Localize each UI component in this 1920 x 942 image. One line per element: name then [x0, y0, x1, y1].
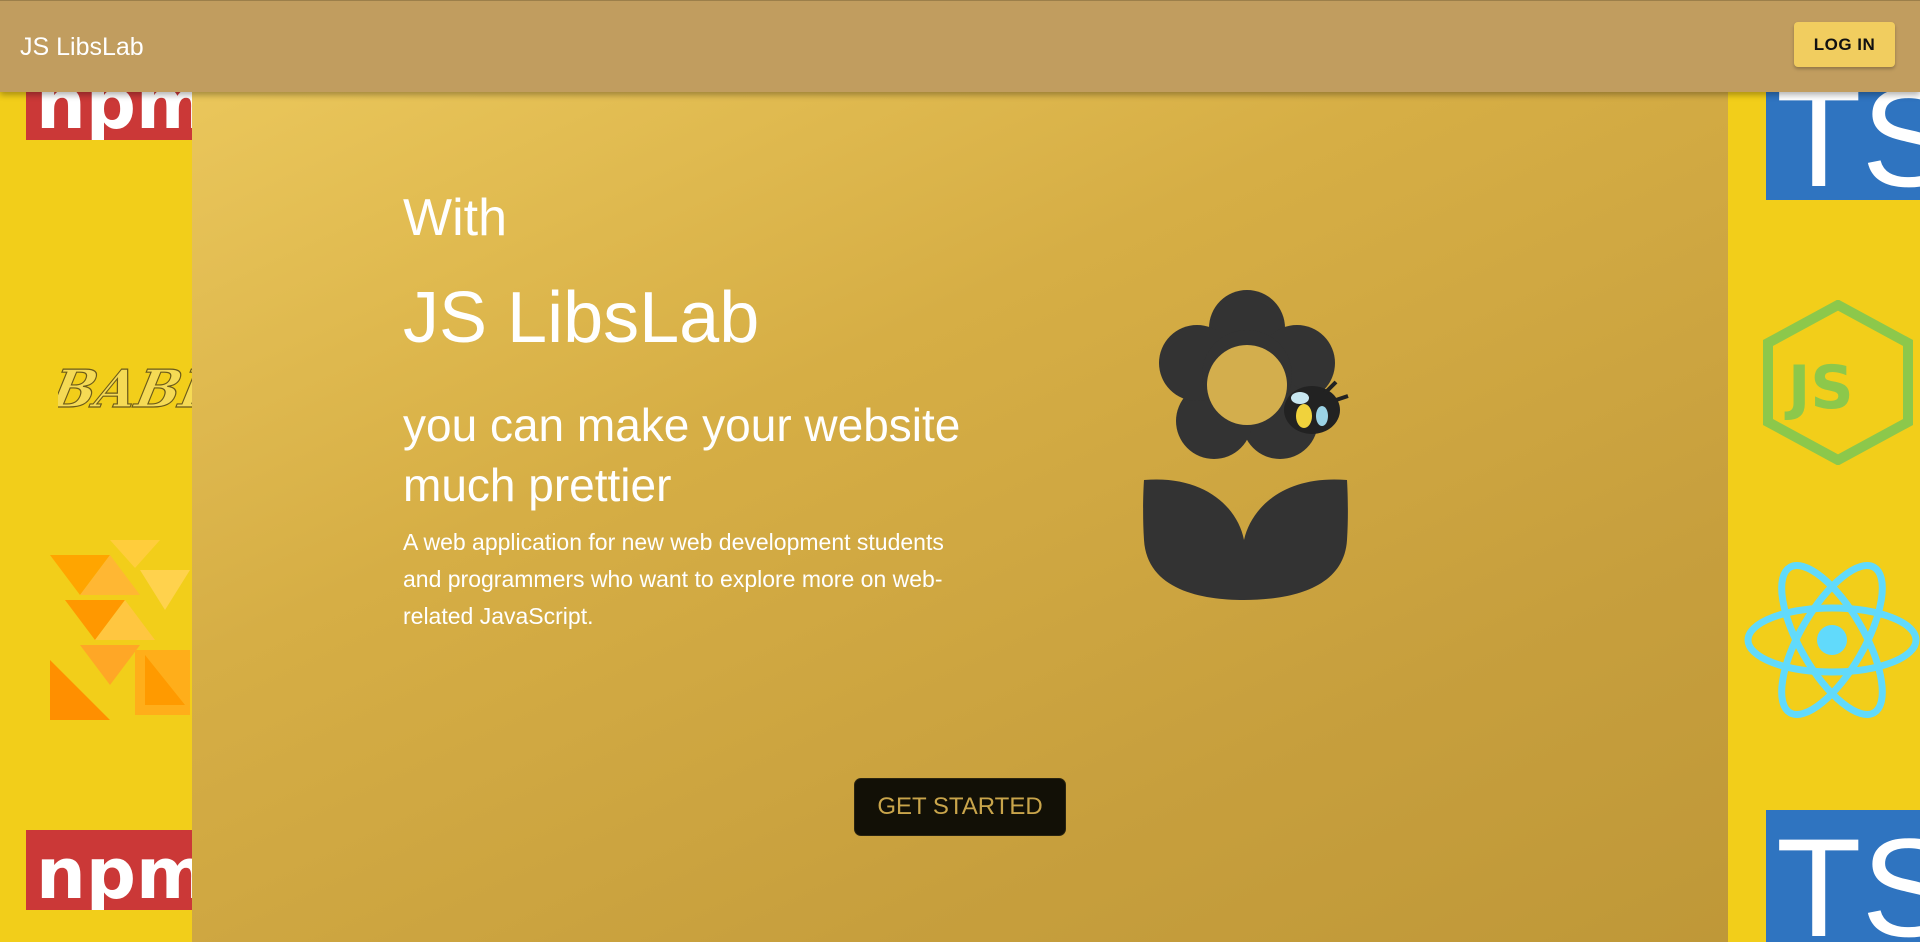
typescript-logo-icon: TS	[1766, 810, 1920, 942]
hero-description: A web application for new web developmen…	[403, 529, 944, 629]
babel-logo-icon: BABEL	[58, 359, 192, 421]
login-button[interactable]: LOG IN	[1794, 22, 1895, 67]
npm-logo-icon: npm	[26, 830, 192, 910]
hero-tagline: you can make your website much prettier	[403, 399, 961, 511]
nodejs-logo-icon: JS	[1763, 300, 1913, 465]
flow-logo-icon	[50, 540, 190, 720]
left-decor-column: npm BABEL npm	[0, 0, 192, 942]
react-logo-icon	[1744, 562, 1920, 718]
flower-bee-logo-icon	[1143, 290, 1349, 600]
app-title-link[interactable]: JS LibsLab	[20, 1, 144, 93]
svg-text:BABEL: BABEL	[58, 360, 192, 420]
right-decor-column: TS JS TS	[1728, 0, 1920, 942]
hero-section: With JS LibsLab you can make your websit…	[192, 0, 1728, 942]
svg-text:npm: npm	[36, 833, 192, 910]
get-started-button[interactable]: GET STARTED	[854, 778, 1066, 836]
svg-text:JS: JS	[1784, 353, 1854, 423]
svg-text:TS: TS	[1776, 810, 1920, 942]
top-app-bar: JS LibsLab LOG IN	[0, 0, 1920, 92]
hero-with-text: With	[403, 189, 507, 247]
hero-brand-title: JS LibsLab	[403, 278, 760, 358]
